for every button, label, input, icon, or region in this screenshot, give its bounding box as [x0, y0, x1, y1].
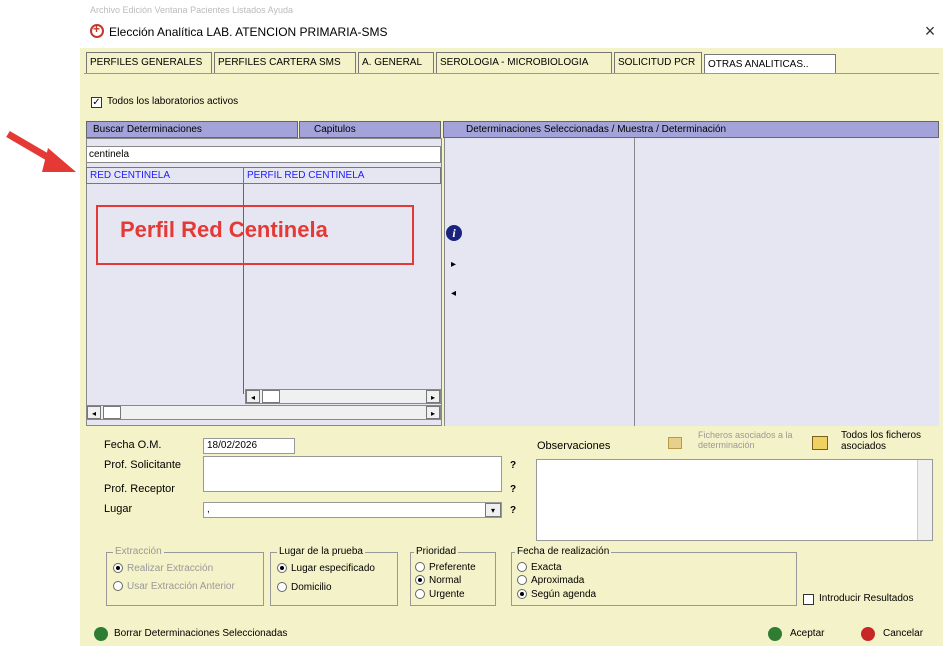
lugar-label: Lugar — [104, 503, 133, 515]
prof-receptor-help[interactable]: ? — [510, 484, 516, 495]
prof-solicitante-label: Prof. Solicitante — [104, 459, 182, 471]
move-left-button[interactable]: ◂ — [451, 288, 456, 299]
aceptar-button[interactable]: Aceptar — [790, 628, 824, 639]
tab-perfiles-cartera-sms[interactable]: PERFILES CARTERA SMS — [214, 52, 356, 73]
callout-box: Perfil Red Centinela — [96, 205, 414, 265]
prioridad-legend: Prioridad — [414, 546, 459, 557]
radio-icon — [277, 582, 287, 593]
extraccion-legend: Extracción — [113, 546, 164, 557]
radio-icon — [415, 575, 425, 586]
lugar-help[interactable]: ? — [510, 505, 516, 516]
radio-icon — [517, 589, 527, 600]
todos-ficheros-button[interactable]: Todos los ficheros asociados — [841, 430, 939, 452]
tab-perfiles-generales[interactable]: PERFILES GENERALES — [86, 52, 212, 73]
search-input[interactable]: centinela — [86, 146, 441, 163]
prof-input[interactable] — [203, 456, 502, 492]
red-arrow-icon — [6, 130, 76, 172]
app-icon — [90, 22, 104, 38]
segun-agenda-radio[interactable]: Según agenda — [517, 588, 596, 601]
radio-icon — [277, 563, 287, 574]
chevron-down-icon[interactable]: ▾ — [485, 503, 501, 517]
tab-divider — [84, 73, 939, 74]
observaciones-scrollbar[interactable] — [917, 460, 932, 540]
tab-a-general[interactable]: A. GENERAL — [358, 52, 434, 73]
option-label: Realizar Extracción — [127, 563, 214, 574]
option-label: Urgente — [429, 589, 465, 600]
fecha-realizacion-legend: Fecha de realización — [515, 546, 612, 557]
introducir-resultados-label: Introducir Resultados — [819, 593, 914, 604]
option-label: Exacta — [531, 562, 562, 573]
aproximada-radio[interactable]: Aproximada — [517, 574, 584, 587]
option-label: Aproximada — [531, 575, 585, 586]
close-icon[interactable]: × — [920, 21, 940, 42]
radio-icon — [517, 562, 527, 573]
tab-serologia-microbiologia[interactable]: SEROLOGIA - MICROBIOLOGIA — [436, 52, 612, 73]
option-label: Domicilio — [291, 582, 332, 593]
usar-extraccion-anterior-radio[interactable]: Usar Extracción Anterior — [113, 580, 235, 593]
observaciones-textarea[interactable] — [536, 459, 933, 541]
outer-scroll-left-button[interactable]: ◂ — [87, 406, 101, 419]
borrar-button[interactable]: Borrar Determinaciones Seleccionadas — [114, 628, 287, 639]
selected-panel-divider — [634, 138, 635, 426]
lugar-prueba-legend: Lugar de la prueba — [277, 546, 365, 557]
outer-hscrollbar[interactable] — [86, 405, 441, 420]
radio-icon — [113, 581, 123, 592]
tab-buscar-determinaciones[interactable]: Buscar Determinaciones — [86, 121, 298, 138]
inner-scroll-left-button[interactable]: ◂ — [246, 390, 260, 403]
radio-icon — [415, 589, 425, 600]
tab-otras-analiticas[interactable]: OTRAS ANALITICAS.. — [704, 54, 836, 74]
check-icon — [768, 627, 782, 641]
fecha-label: Fecha O.M. — [104, 439, 162, 451]
preferente-radio[interactable]: Preferente — [415, 561, 476, 574]
inner-scroll-right-button[interactable]: ▸ — [426, 390, 440, 403]
files-icon — [812, 436, 828, 450]
prof-solicitante-help[interactable]: ? — [510, 460, 516, 471]
outer-scroll-right-button[interactable]: ▸ — [426, 406, 440, 419]
prof-receptor-label: Prof. Receptor — [104, 483, 175, 495]
introducir-resultados-checkbox[interactable] — [803, 594, 814, 605]
lugar-select[interactable]: , — [203, 502, 502, 518]
inner-scroll-thumb[interactable] — [262, 390, 280, 403]
fecha-input[interactable]: 18/02/2026 — [203, 438, 295, 454]
lugar-especificado-radio[interactable]: Lugar especificado — [277, 562, 375, 575]
normal-radio[interactable]: Normal — [415, 574, 461, 587]
tab-capitulos[interactable]: Capitulos — [299, 121, 441, 138]
all-labs-checkbox[interactable]: ✓ — [91, 97, 102, 108]
borrar-icon — [94, 627, 108, 641]
cancelar-button[interactable]: Cancelar — [883, 628, 923, 639]
observaciones-label: Observaciones — [537, 440, 611, 452]
radio-icon — [113, 563, 123, 574]
selected-determinations-header: Determinaciones Seleccionadas / Muestra … — [443, 121, 939, 138]
tab-solicitud-pcr[interactable]: SOLICITUD PCR — [614, 52, 702, 73]
window-title: Elección Analítica LAB. ATENCION PRIMARI… — [109, 25, 388, 39]
urgente-radio[interactable]: Urgente — [415, 588, 465, 601]
result-name-cell[interactable]: PERFIL RED CENTINELA — [243, 167, 441, 184]
realizar-extraccion-radio[interactable]: Realizar Extracción — [113, 562, 213, 575]
folder-icon — [668, 437, 682, 449]
ficheros-determinacion-button[interactable]: Ficheros asociados a la determinación — [698, 430, 802, 450]
outer-scroll-thumb[interactable] — [103, 406, 121, 419]
background-menu-strip: Archivo Edición Ventana Pacientes Listad… — [80, 0, 943, 20]
option-label: Usar Extracción Anterior — [127, 581, 235, 592]
radio-icon — [415, 562, 425, 573]
option-label: Lugar especificado — [291, 563, 375, 574]
option-label: Normal — [429, 575, 462, 586]
lugar-prueba-group: Lugar de la prueba — [270, 546, 398, 606]
result-code-cell[interactable]: RED CENTINELA — [86, 167, 244, 184]
domicilio-radio[interactable]: Domicilio — [277, 581, 332, 594]
exacta-radio[interactable]: Exacta — [517, 561, 562, 574]
radio-icon — [517, 575, 527, 586]
info-icon[interactable]: i — [446, 225, 462, 241]
all-labs-label: Todos los laboratorios activos — [107, 96, 239, 107]
option-label: Preferente — [429, 562, 476, 573]
cancel-icon — [861, 627, 875, 641]
extraccion-group: Extracción — [106, 546, 264, 606]
move-right-button[interactable]: ▸ — [451, 259, 456, 270]
option-label: Según agenda — [531, 589, 597, 600]
selected-determinations-panel — [444, 138, 939, 426]
